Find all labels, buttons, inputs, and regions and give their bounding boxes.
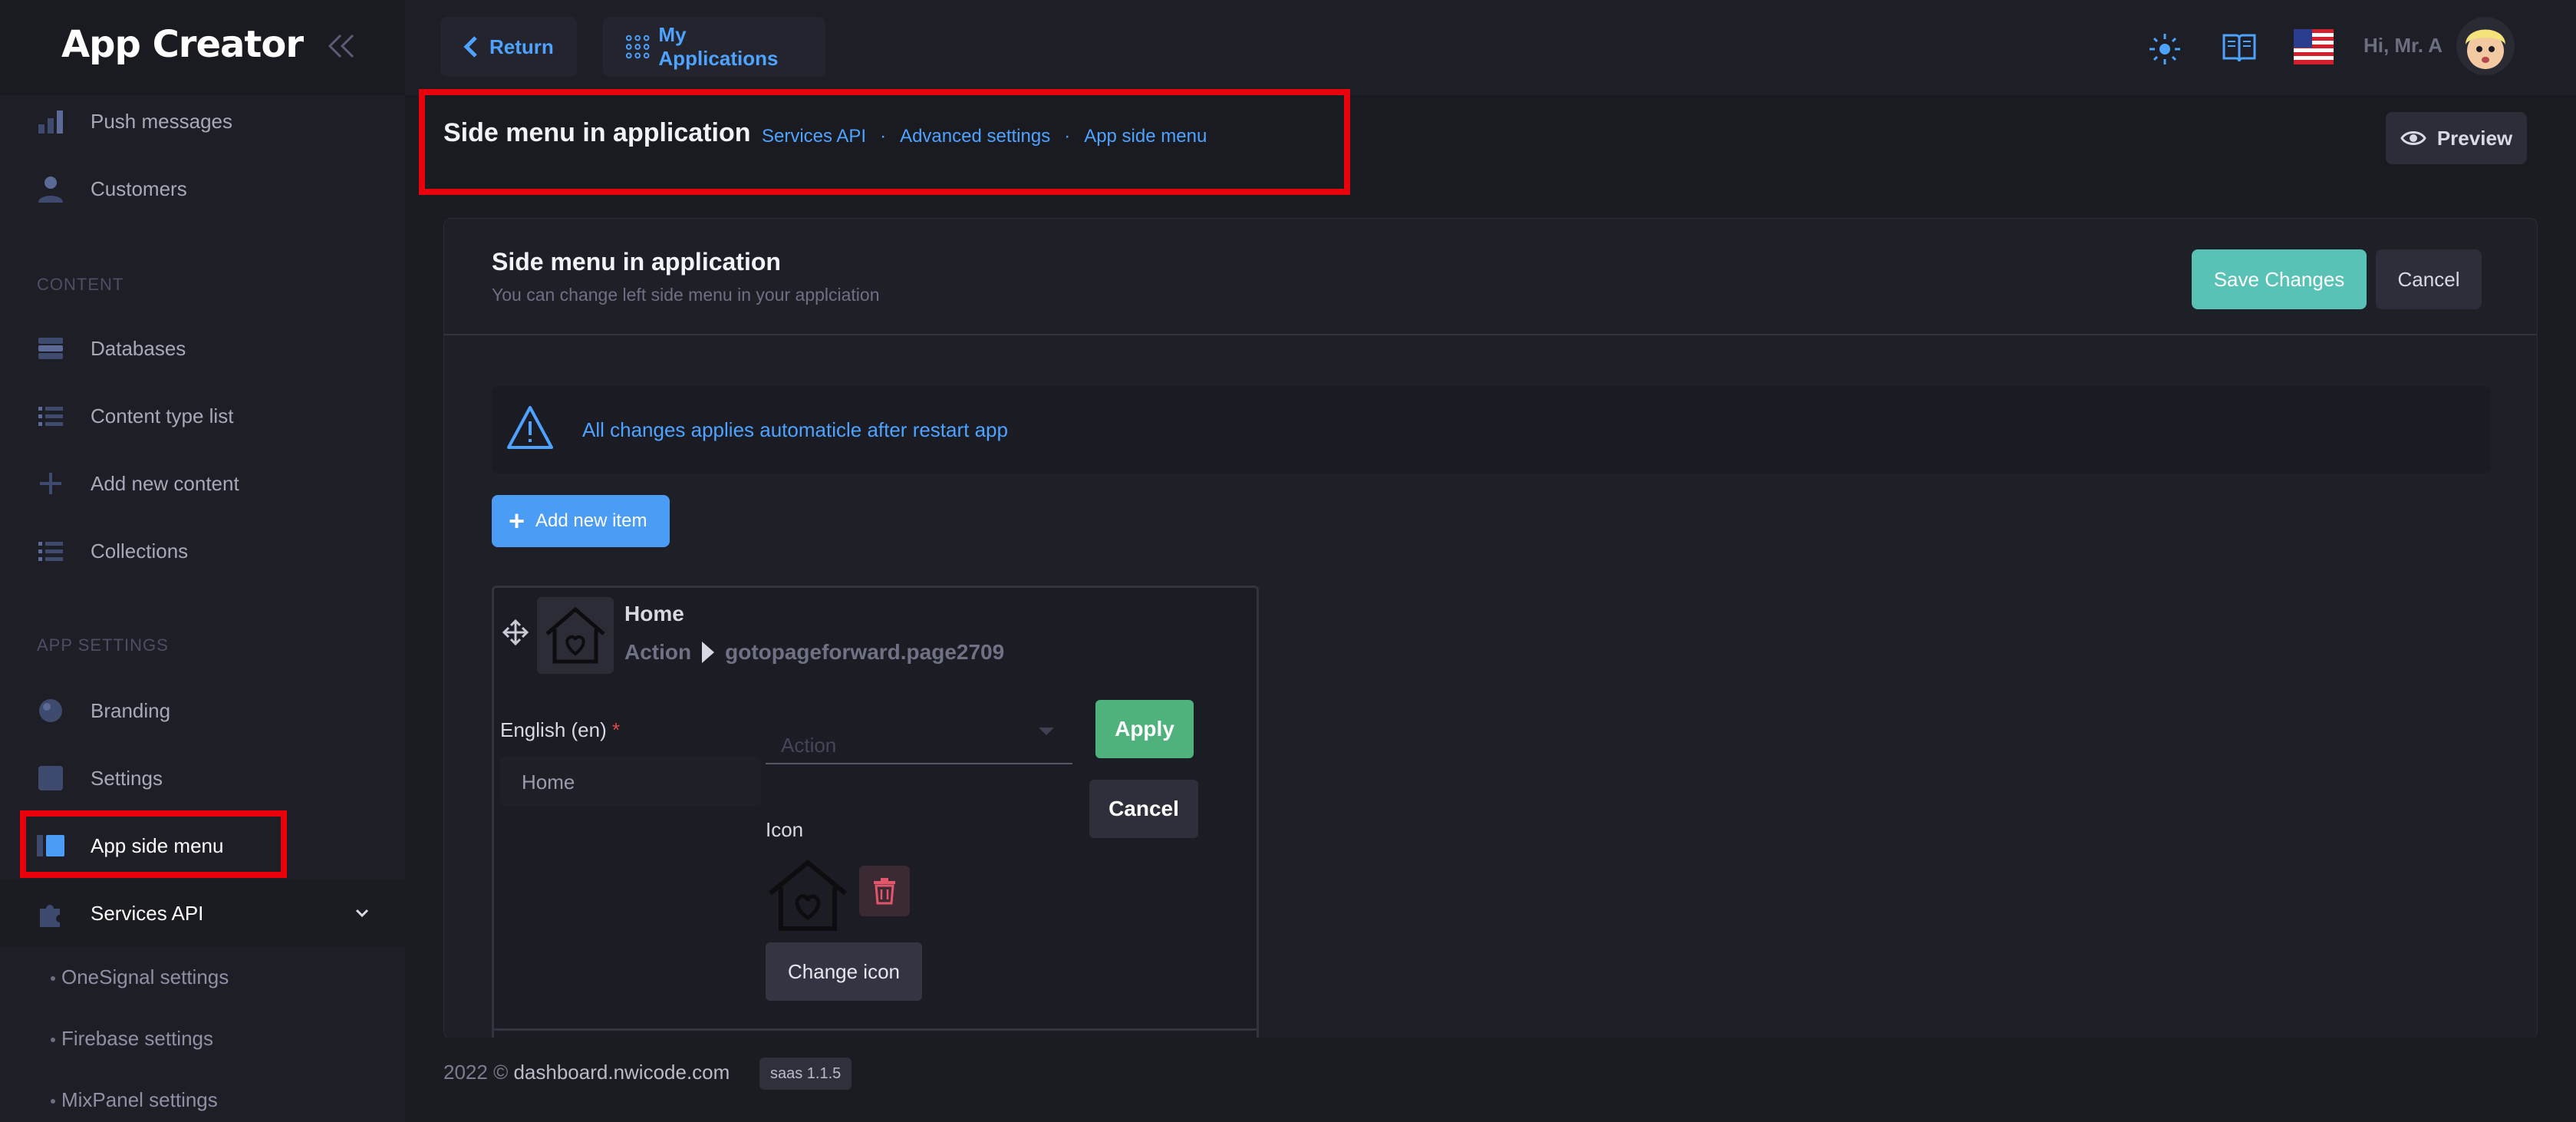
copyright-text: 2022 ©	[443, 1061, 509, 1084]
plus-icon	[40, 473, 61, 494]
save-changes-button[interactable]: Save Changes	[2192, 249, 2367, 309]
sidebar-subitem-mixpanel[interactable]: MixPanel settings	[51, 1088, 218, 1112]
delete-icon-button[interactable]	[859, 866, 910, 916]
eye-icon	[2400, 131, 2426, 145]
action-target: gotopageforward.page2709	[725, 640, 1005, 664]
language-label: English (en) *	[500, 718, 620, 742]
cancel-button[interactable]: Cancel	[2376, 249, 2482, 309]
collapse-sidebar-icon[interactable]	[322, 31, 361, 61]
sidebar-item-settings[interactable]: Settings	[0, 744, 405, 812]
action-word: Action	[624, 640, 692, 664]
sidebar-item-push-messages[interactable]: Push messages	[0, 87, 405, 155]
sidebar-item-content-type-list[interactable]: Content type list	[0, 382, 405, 450]
plus-icon: +	[509, 505, 525, 536]
warning-icon	[507, 406, 553, 449]
avatar[interactable]	[2456, 17, 2515, 75]
add-new-item-label: Add new item	[535, 510, 647, 531]
menu-item-title-value: Home	[522, 771, 575, 794]
user-icon	[38, 177, 63, 203]
change-icon-button[interactable]: Change icon	[766, 942, 922, 1001]
sidebar-item-label: Push messages	[91, 109, 232, 133]
apply-button[interactable]: Apply	[1095, 700, 1194, 758]
my-applications-button[interactable]: My Applications	[603, 17, 825, 77]
menu-item-editor: Home Action gotopageforward.page2709 Eng…	[492, 586, 1259, 1038]
side-menu-card: Side menu in application You can change …	[443, 218, 2538, 1039]
chevron-down-icon	[1039, 728, 1054, 735]
menu-item-title-input[interactable]: Home	[500, 757, 761, 806]
my-applications-label: My Applications	[658, 23, 779, 70]
sidebar-item-label: Content type list	[91, 404, 234, 427]
menu-item-name: Home	[624, 602, 684, 625]
sun-icon[interactable]	[2148, 32, 2182, 66]
chart-icon	[38, 111, 63, 134]
sidebar-item-collections[interactable]: Collections	[0, 517, 405, 585]
cancel-item-button[interactable]: Cancel	[1089, 780, 1198, 838]
sidebar-item-branding[interactable]: Branding	[0, 677, 405, 744]
chevron-down-icon[interactable]	[353, 904, 371, 922]
sidebar-item-services-api[interactable]: Services API	[0, 879, 405, 947]
sidebar-item-label: Settings	[91, 766, 163, 790]
list-icon	[38, 407, 63, 426]
chevron-left-icon	[463, 36, 477, 58]
sidebar: App Creator Push messages Customers CONT…	[0, 0, 405, 1122]
puzzle-icon	[40, 905, 60, 927]
sidebar-item-label: Branding	[91, 698, 171, 722]
preview-label: Preview	[2436, 126, 2513, 150]
sidebar-section-app-settings: APP SETTINGS	[37, 635, 169, 655]
us-flag-icon[interactable]	[2294, 29, 2334, 64]
trash-icon	[874, 878, 895, 905]
sidebar-item-label: Customers	[91, 177, 187, 200]
home-icon	[769, 860, 847, 931]
language-label-text: English (en)	[500, 718, 607, 741]
notice-text: All changes applies automaticle after re…	[582, 418, 1008, 441]
return-label: Return	[489, 35, 554, 58]
add-new-item-button[interactable]: + Add new item	[492, 495, 670, 547]
icon-label: Icon	[766, 818, 804, 841]
return-button[interactable]: Return	[440, 17, 577, 77]
card-divider	[444, 334, 2537, 335]
sidebar-section-content: CONTENT	[37, 275, 124, 294]
sidebar-header: App Creator	[0, 0, 405, 95]
info-notice: All changes applies automaticle after re…	[492, 386, 2491, 474]
card-subtitle: You can change left side menu in your ap…	[492, 285, 880, 305]
sidebar-item-label: Add new content	[91, 471, 239, 495]
highlight-box-sidebar	[20, 810, 287, 878]
sidebar-item-label: Collections	[91, 539, 189, 563]
sidebar-item-label: Databases	[91, 336, 186, 360]
sidebar-subitem-firebase[interactable]: Firebase settings	[51, 1027, 213, 1051]
sidebar-item-label: Services API	[91, 901, 204, 925]
footer: 2022 © dashboard.nwicode.com saas 1.1.5	[405, 1038, 2576, 1122]
apps-grid-icon	[625, 35, 650, 59]
item-divider	[494, 1028, 1257, 1031]
card-title: Side menu in application	[492, 248, 781, 276]
top-bar: Return My Applications Hi, Mr. A	[405, 0, 2576, 95]
sidebar-item-customers[interactable]: Customers	[0, 155, 405, 223]
user-greeting: Hi, Mr. A	[2363, 34, 2443, 57]
sidebar-item-add-new-content[interactable]: Add new content	[0, 450, 405, 517]
menu-item-action: Action gotopageforward.page2709	[624, 640, 1004, 665]
avatar-face-icon	[2466, 29, 2505, 69]
menu-item-thumbnail	[537, 597, 614, 674]
action-select[interactable]: Action	[766, 703, 1072, 764]
highlight-box-header	[419, 89, 1350, 195]
action-select-placeholder: Action	[781, 734, 837, 757]
drag-handle-icon[interactable]	[502, 619, 529, 646]
sidebar-item-databases[interactable]: Databases	[0, 315, 405, 382]
list-icon	[38, 542, 63, 561]
version-badge: saas 1.1.5	[759, 1058, 852, 1090]
app-logo: App Creator	[61, 23, 304, 66]
play-arrow-icon	[702, 642, 715, 663]
required-mark: *	[611, 718, 621, 741]
home-icon	[545, 606, 605, 664]
footer-domain-link[interactable]: dashboard.nwicode.com	[513, 1061, 730, 1084]
book-icon[interactable]	[2222, 31, 2257, 64]
sidebar-subitem-onesignal[interactable]: OneSignal settings	[50, 965, 229, 989]
database-icon	[38, 338, 63, 359]
preview-button[interactable]: Preview	[2386, 112, 2527, 164]
footer-copyright: 2022 © dashboard.nwicode.com	[443, 1061, 730, 1084]
settings-icon	[38, 766, 63, 790]
palette-icon	[39, 699, 62, 722]
